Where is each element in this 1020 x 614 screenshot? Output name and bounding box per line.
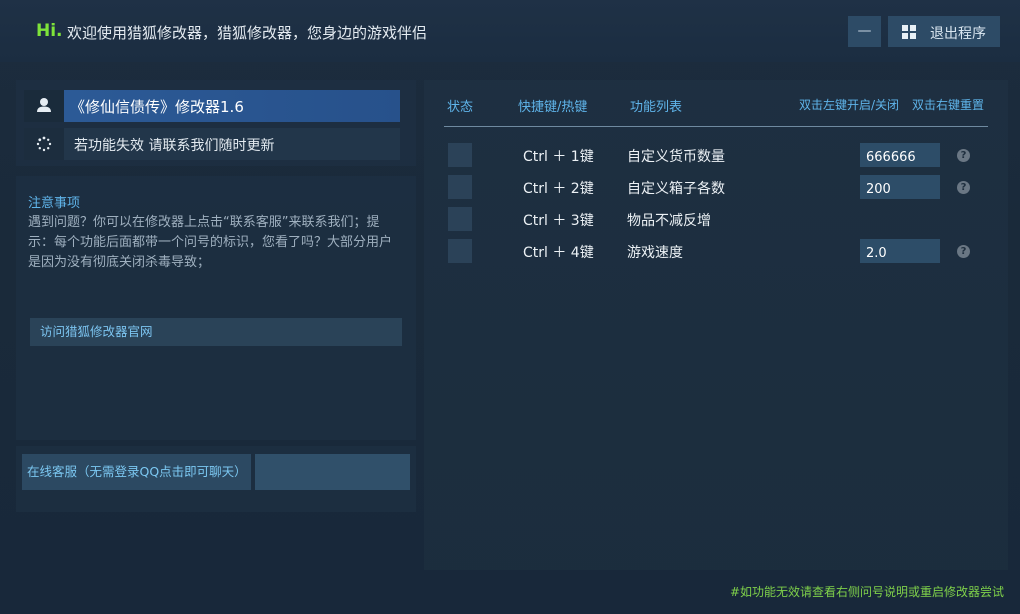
notes-body: 遇到问题？你可以在修改器上点击“联系客服”来联系我们；提示：每个功能后面都带一个… bbox=[28, 215, 393, 270]
hotkey-label: Ctrl ＋ 2键 bbox=[523, 181, 594, 197]
status-toggle[interactable] bbox=[448, 207, 472, 231]
service-secondary-button[interactable] bbox=[255, 454, 410, 490]
function-row: Ctrl ＋ 1键 自定义货币数量 ? bbox=[424, 141, 1008, 169]
online-service-button[interactable]: 在线客服（无需登录QQ点击即可聊天） bbox=[22, 454, 251, 490]
minimize-button[interactable]: — bbox=[848, 16, 881, 47]
value-input[interactable] bbox=[860, 175, 940, 199]
function-row: Ctrl ＋ 2键 自定义箱子各数 ? bbox=[424, 173, 1008, 201]
hotkey-label: Ctrl ＋ 1键 bbox=[523, 149, 594, 165]
status-toggle[interactable] bbox=[448, 239, 472, 263]
help-icon[interactable]: ? bbox=[957, 181, 970, 194]
help-icon[interactable]: ? bbox=[957, 149, 970, 162]
status-toggle[interactable] bbox=[448, 143, 472, 167]
status-toggle[interactable] bbox=[448, 175, 472, 199]
windows-icon bbox=[902, 25, 916, 39]
value-input[interactable] bbox=[860, 239, 940, 263]
hotkey-label: Ctrl ＋ 3键 bbox=[523, 213, 594, 229]
function-name: 自定义货币数量 bbox=[627, 149, 725, 165]
function-name: 物品不减反增 bbox=[627, 213, 711, 229]
col-function-header: 功能列表 bbox=[630, 100, 683, 115]
notes-title: 注意事项 bbox=[28, 196, 81, 211]
game-title: 《修仙信债传》修改器1.6 bbox=[70, 98, 244, 116]
toggle-hint: 双击左键开启/关闭 bbox=[799, 98, 900, 112]
function-name: 自定义箱子各数 bbox=[627, 181, 725, 197]
update-hint: 若功能失效 请联系我们随时更新 bbox=[74, 138, 275, 154]
value-input[interactable] bbox=[860, 143, 940, 167]
help-icon[interactable]: ? bbox=[957, 245, 970, 258]
function-row: Ctrl ＋ 4键 游戏速度 ? bbox=[424, 237, 1008, 265]
footer-note: #如功能无效请查看右侧问号说明或重启修改器尝试 bbox=[729, 585, 1004, 599]
header-divider bbox=[444, 126, 988, 127]
loading-icon bbox=[24, 128, 64, 160]
hi-logo: Hi. bbox=[36, 21, 63, 41]
col-status-header: 状态 bbox=[447, 100, 474, 115]
reset-hint: 双击右键重置 bbox=[912, 98, 985, 112]
visit-website-link[interactable]: 访问猎狐修改器官网 bbox=[30, 318, 402, 346]
function-name: 游戏速度 bbox=[627, 245, 683, 261]
user-icon bbox=[24, 90, 64, 122]
col-hotkey-header: 快捷键/热键 bbox=[518, 100, 588, 115]
hotkey-label: Ctrl ＋ 4键 bbox=[523, 245, 594, 261]
exit-button[interactable]: 退出程序 bbox=[888, 16, 1000, 47]
welcome-text: 欢迎使用猎狐修改器，猎狐修改器，您身边的游戏伴侣 bbox=[67, 24, 428, 42]
exit-button-label: 退出程序 bbox=[930, 26, 986, 42]
function-row: Ctrl ＋ 3键 物品不减反增 bbox=[424, 205, 1008, 233]
